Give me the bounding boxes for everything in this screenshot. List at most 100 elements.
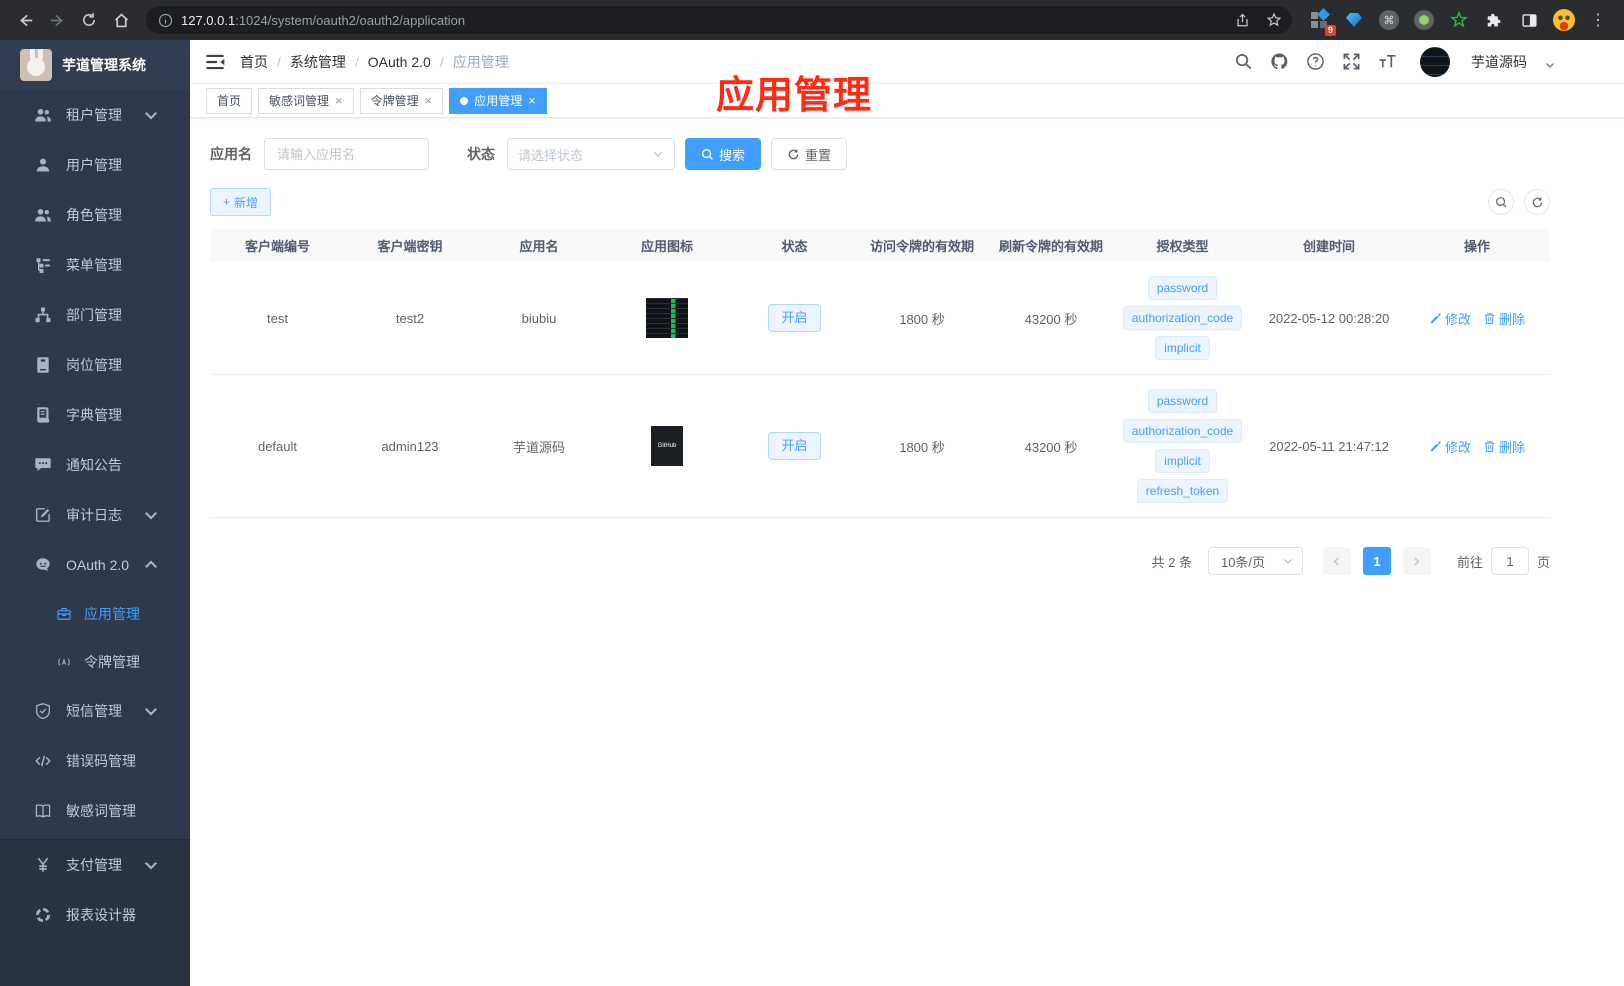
grant-type-tag: authorization_code (1122, 419, 1243, 443)
fullscreen-icon[interactable] (1342, 52, 1361, 71)
delete-button[interactable]: 删除 (1483, 309, 1525, 328)
username[interactable]: 芋道源码 (1471, 52, 1527, 72)
tabs-grid-extension-icon[interactable]: 9 (1308, 8, 1336, 36)
badge-icon (34, 356, 52, 374)
reload-button[interactable] (74, 5, 104, 35)
command-extension-icon[interactable]: ⌘ (1378, 9, 1400, 31)
tab[interactable]: 敏感词管理 × (258, 87, 354, 114)
site-info-icon[interactable] (158, 13, 173, 28)
created-at-cell: 2022-05-12 00:28:20 (1268, 310, 1390, 326)
sidebar-item[interactable]: OAuth 2.0 (0, 540, 190, 590)
refresh-icon (1531, 196, 1544, 209)
tab[interactable]: 首页 (206, 87, 253, 114)
sidebar-item[interactable]: 错误码管理 (0, 736, 190, 786)
user-avatar[interactable] (1420, 46, 1450, 77)
sidebar-item[interactable]: 敏感词管理 (0, 786, 190, 836)
breadcrumb-item[interactable]: 首页 (240, 52, 268, 72)
breadcrumb-item[interactable]: 应用管理 (453, 52, 509, 72)
tab[interactable]: 应用管理 × (449, 87, 547, 114)
help-icon[interactable] (1306, 52, 1325, 71)
collapse-sidebar-icon[interactable] (204, 51, 226, 73)
refresh-table-button[interactable] (1524, 189, 1550, 215)
github-logo-thumbnail: GitHub (651, 426, 683, 466)
sidebar-item-label: 角色管理 (66, 207, 122, 223)
chevron-up-icon (142, 556, 160, 574)
access-token-ttl-cell: 1800 秒 (899, 311, 945, 327)
status-select[interactable]: 请选择状态 (507, 138, 675, 170)
close-icon[interactable]: × (425, 94, 433, 107)
app-name-input[interactable] (264, 138, 429, 170)
chevron-down-icon[interactable] (1544, 59, 1556, 71)
prev-page-button[interactable] (1322, 547, 1351, 575)
sidebar-item[interactable]: 用户管理 (0, 140, 190, 190)
breadcrumb-item[interactable]: 系统管理 (290, 52, 346, 72)
sidebar-item[interactable]: 字典管理 (0, 390, 190, 440)
forward-button[interactable] (42, 5, 72, 35)
table-body: test test2 biubiu 开启 1800 秒 43200 秒 password au… (210, 262, 1550, 518)
profile-avatar-icon[interactable] (1553, 9, 1575, 31)
tab[interactable]: 令牌管理 × (359, 87, 444, 114)
sidebar-item[interactable]: 角色管理 (0, 190, 190, 240)
edit-button[interactable]: 修改 (1429, 437, 1471, 456)
dict-icon (34, 406, 52, 424)
sidebar-item[interactable]: 租户管理 (0, 90, 190, 140)
table-toolbar: + 新增 (210, 188, 1550, 216)
sidebar-subitem[interactable]: 令牌管理 (0, 638, 190, 686)
add-button[interactable]: + 新增 (210, 188, 272, 216)
search-button[interactable]: 搜索 (685, 138, 762, 170)
home-button[interactable] (106, 5, 136, 35)
client-secret-cell: test2 (395, 310, 425, 326)
user-icon (34, 156, 52, 174)
active-tab-dot (460, 96, 469, 105)
split-view-icon[interactable] (1518, 9, 1540, 31)
star-extension-icon[interactable] (1448, 9, 1470, 31)
delete-icon (1483, 440, 1496, 453)
reset-button[interactable]: 重置 (771, 138, 848, 170)
breadcrumb-item[interactable]: OAuth 2.0 (368, 54, 431, 70)
menu-tree-icon (34, 256, 52, 274)
sidebar-item[interactable]: 菜单管理 (0, 240, 190, 290)
font-size-icon[interactable] (1378, 52, 1397, 71)
table-header: 客户端编号 客户端密钥 应用名 应用图标 状态 访问令牌的有效期 刷新令牌的有效期 授权类型 创… (210, 229, 1550, 262)
briefcase-icon (56, 606, 72, 622)
toggle-search-button[interactable] (1488, 189, 1514, 215)
goto-suffix: 页 (1536, 554, 1550, 570)
sidebar-item[interactable]: 短信管理 (0, 686, 190, 736)
grant-type-tag: password (1147, 276, 1218, 300)
search-icon (701, 148, 714, 161)
sidebar-item[interactable]: 支付管理 (0, 840, 190, 890)
next-page-button[interactable] (1402, 547, 1431, 575)
yen-icon (34, 856, 52, 874)
url-bar[interactable]: 127.0.0.1:1024/system/oauth2/oauth2/appl… (146, 6, 1292, 34)
page-number-1[interactable]: 1 (1362, 547, 1391, 575)
puzzle-extensions-icon[interactable] (1483, 9, 1505, 31)
gem-extension-icon[interactable] (1343, 9, 1365, 31)
sidebar-item[interactable]: 岗位管理 (0, 340, 190, 390)
back-button[interactable] (10, 5, 40, 35)
browser-menu-icon[interactable]: ⋮ (1588, 10, 1608, 30)
bookmark-star-icon[interactable] (1260, 6, 1288, 34)
actions-cell: 修改 删除 (1409, 262, 1545, 374)
search-icon[interactable] (1234, 52, 1253, 71)
goto-page-input[interactable] (1490, 547, 1529, 575)
page-size-select[interactable]: 10条/页 (1207, 547, 1303, 575)
sidebar-item[interactable]: 报表设计器 (0, 890, 190, 940)
github-icon[interactable] (1270, 52, 1289, 71)
close-icon[interactable]: × (335, 94, 343, 107)
sidebar-item[interactable]: 审计日志 (0, 490, 190, 540)
sidebar-item[interactable]: 部门管理 (0, 290, 190, 340)
chevron-down-icon (142, 506, 160, 524)
sidebar-item-label: 字典管理 (66, 407, 122, 423)
share-icon[interactable] (1228, 6, 1256, 34)
tabs-bar: 首页 敏感词管理 × 令牌管理 × 应用管理 × (190, 84, 1624, 118)
record-extension-icon[interactable] (1413, 9, 1435, 31)
sidebar-subitem[interactable]: 应用管理 (0, 590, 190, 638)
sidebar-item[interactable]: 通知公告 (0, 440, 190, 490)
delete-button[interactable]: 删除 (1483, 437, 1525, 456)
close-icon[interactable]: × (528, 94, 536, 107)
app-logo-row[interactable]: 芋道管理系统 (0, 40, 190, 90)
sidebar-item-label: 岗位管理 (66, 357, 122, 373)
app-icon-cell: GitHub (603, 375, 731, 517)
edit-button[interactable]: 修改 (1429, 309, 1471, 328)
tab-label: 应用管理 (474, 94, 523, 108)
